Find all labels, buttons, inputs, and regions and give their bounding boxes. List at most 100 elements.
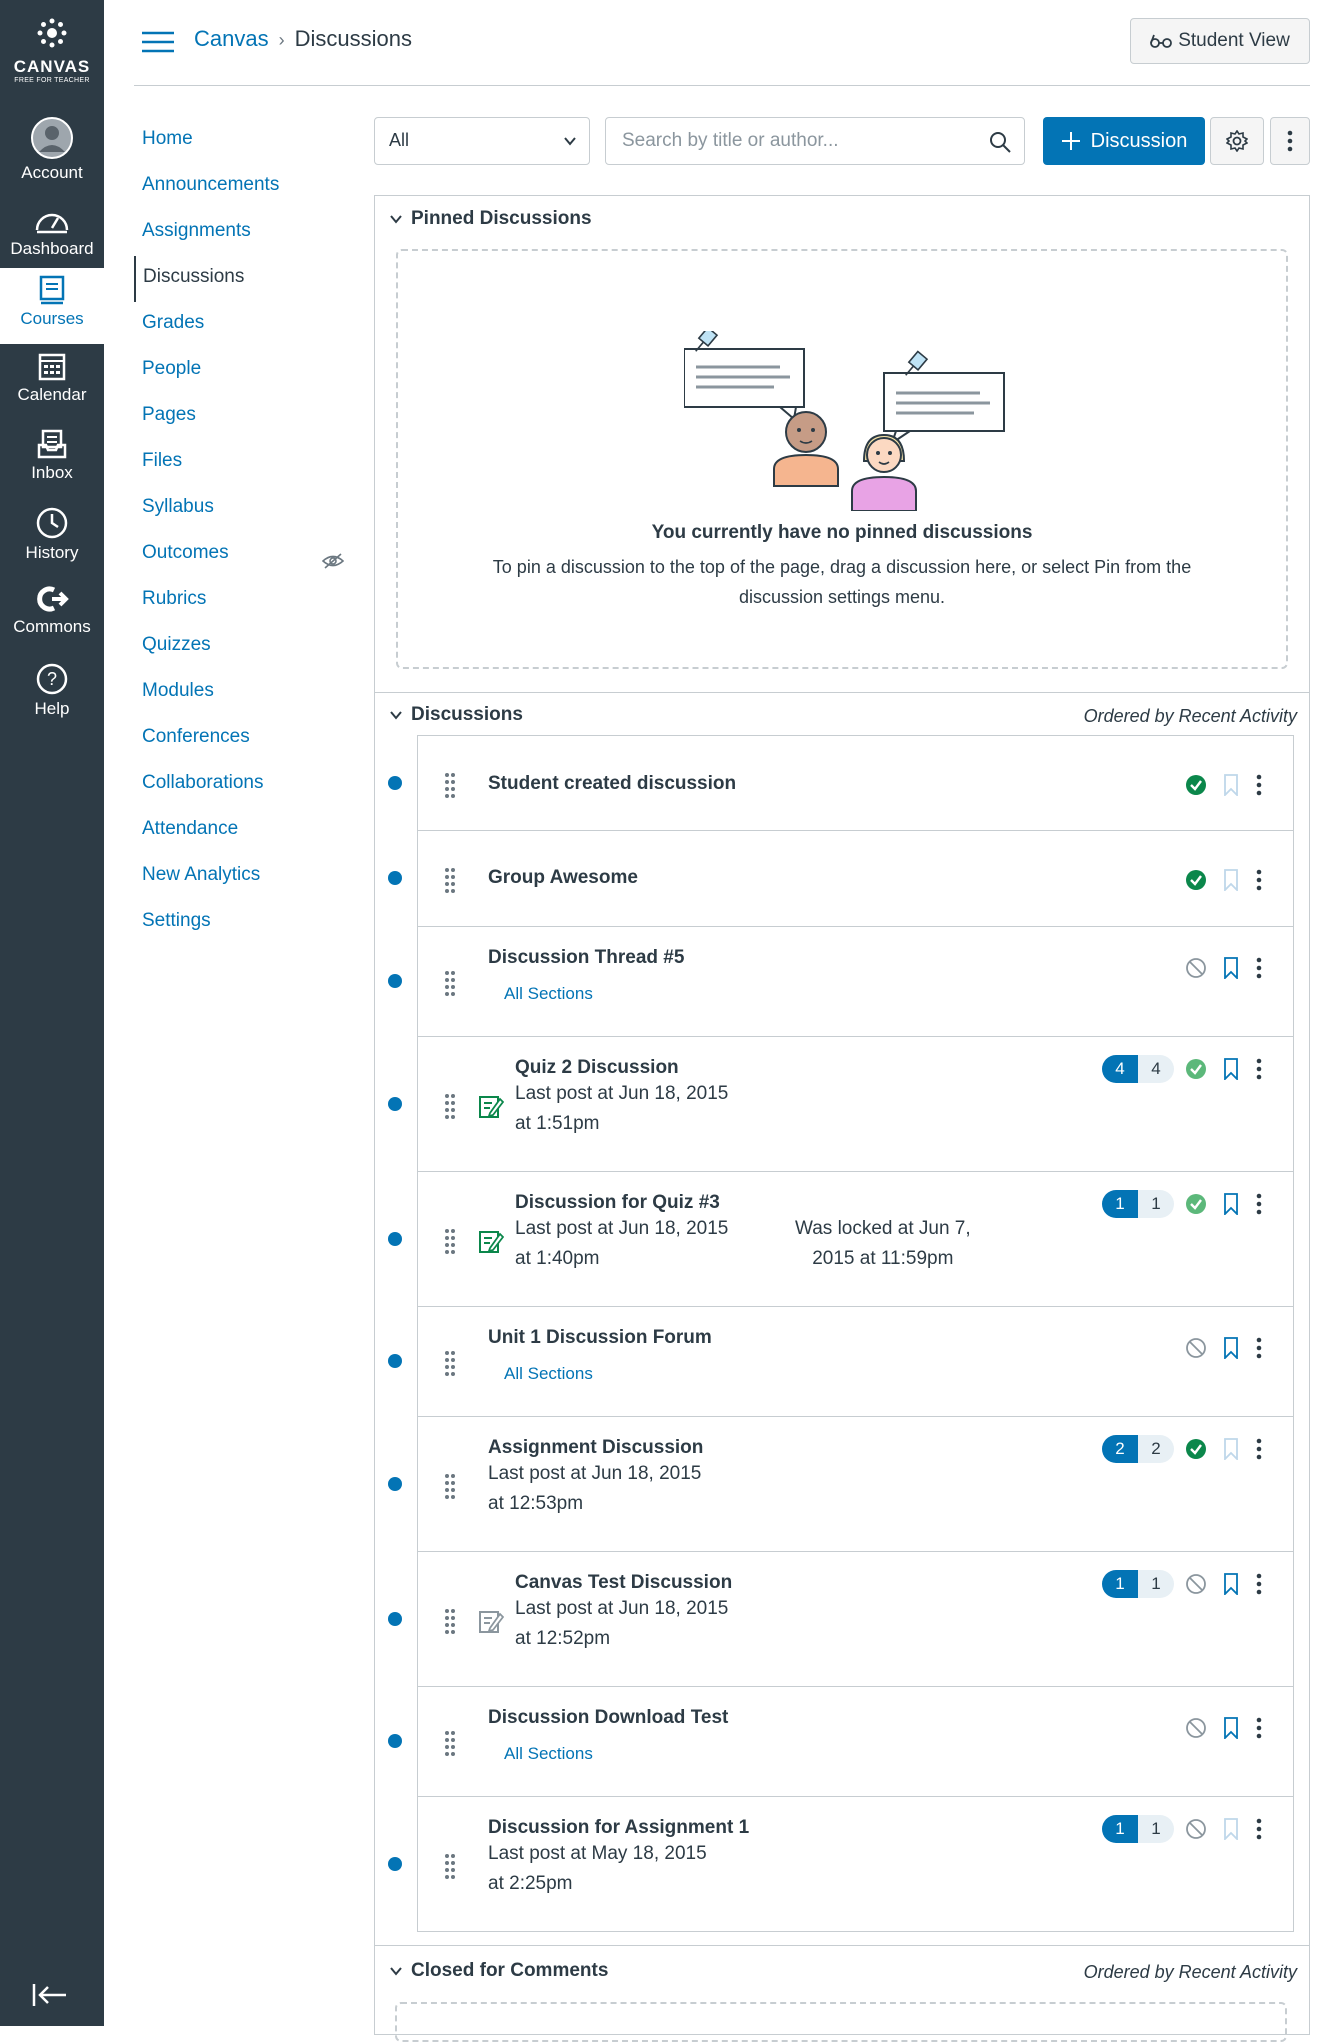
discussion-title[interactable]: Discussion Download Test [488, 1707, 728, 1729]
discussion-title[interactable]: Assignment Discussion [488, 1437, 703, 1459]
subscribe-bookmark-icon[interactable] [1223, 869, 1239, 891]
discussion-title[interactable]: Canvas Test Discussion [515, 1572, 732, 1594]
drag-handle-icon[interactable] [444, 970, 456, 996]
course-nav-grades[interactable]: Grades [134, 302, 344, 348]
pinned-toggle[interactable]: Pinned Discussions [389, 208, 592, 230]
closed-toggle[interactable]: Closed for Comments [389, 1960, 608, 1982]
course-nav-settings[interactable]: Settings [134, 900, 344, 946]
unpublished-icon[interactable] [1185, 957, 1207, 979]
drag-handle-icon[interactable] [444, 1608, 456, 1634]
drag-handle-icon[interactable] [444, 1350, 456, 1376]
nav-help[interactable]: ? Help [0, 656, 104, 732]
nav-account[interactable]: Account [0, 110, 104, 190]
kebab-icon[interactable] [1256, 1438, 1262, 1460]
subscribe-bookmark-icon[interactable] [1223, 1438, 1239, 1460]
course-nav-rubrics[interactable]: Rubrics [134, 578, 344, 624]
drag-handle-icon[interactable] [444, 1853, 456, 1879]
kebab-icon[interactable] [1256, 1818, 1262, 1840]
subscribe-bookmark-icon[interactable] [1223, 1573, 1239, 1595]
kebab-icon[interactable] [1256, 1573, 1262, 1595]
course-nav-people[interactable]: People [134, 348, 344, 394]
discussion-title[interactable]: Quiz 2 Discussion [515, 1057, 679, 1079]
subscribe-bookmark-icon[interactable] [1223, 1337, 1239, 1359]
course-nav-announcements[interactable]: Announcements [134, 164, 344, 210]
section-link[interactable]: All Sections [504, 984, 593, 1004]
search-input[interactable]: Search by title or author... [605, 117, 1025, 165]
course-nav-new-analytics[interactable]: New Analytics [134, 854, 344, 900]
course-nav-conferences[interactable]: Conferences [134, 716, 344, 762]
discussion-row[interactable]: Unit 1 Discussion Forum All Sections [388, 1307, 1294, 1417]
subscribe-bookmark-icon[interactable] [1223, 1717, 1239, 1739]
subscribe-bookmark-icon[interactable] [1223, 957, 1239, 979]
drag-handle-icon[interactable] [444, 1228, 456, 1254]
discussion-title[interactable]: Discussion Thread #5 [488, 947, 684, 969]
discussion-row[interactable]: Discussion Download Test All Sections [388, 1687, 1294, 1797]
course-nav-modules[interactable]: Modules [134, 670, 344, 716]
published-icon[interactable] [1185, 1058, 1207, 1080]
unpublished-icon[interactable] [1185, 1573, 1207, 1595]
filter-select[interactable]: All [374, 117, 590, 165]
kebab-icon[interactable] [1256, 1337, 1262, 1359]
nav-dashboard[interactable]: Dashboard [0, 200, 104, 276]
kebab-icon[interactable] [1256, 869, 1262, 891]
course-nav-outcomes[interactable]: Outcomes [134, 532, 345, 578]
subscribe-bookmark-icon[interactable] [1223, 1058, 1239, 1080]
discussion-title[interactable]: Discussion for Assignment 1 [488, 1817, 749, 1839]
add-discussion-button[interactable]: Discussion [1043, 117, 1205, 165]
course-nav-discussions[interactable]: Discussions [134, 256, 344, 302]
course-nav-home[interactable]: Home [134, 118, 344, 164]
discussions-toggle[interactable]: Discussions [389, 704, 523, 726]
unpublished-icon[interactable] [1185, 1818, 1207, 1840]
published-icon[interactable] [1185, 774, 1207, 796]
canvas-logo[interactable]: CANVAS FREE FOR TEACHER [0, 18, 104, 84]
published-icon[interactable] [1185, 1438, 1207, 1460]
discussion-title[interactable]: Discussion for Quiz #3 [515, 1192, 720, 1214]
drag-handle-icon[interactable] [444, 772, 456, 798]
discussion-row[interactable]: Quiz 2 Discussion Last post at Jun 18, 2… [388, 1037, 1294, 1172]
course-nav-pages[interactable]: Pages [134, 394, 344, 440]
more-options-button[interactable] [1270, 117, 1310, 165]
kebab-icon[interactable] [1256, 1193, 1262, 1215]
course-nav-quizzes[interactable]: Quizzes [134, 624, 344, 670]
drag-handle-icon[interactable] [444, 1473, 456, 1499]
drag-handle-icon[interactable] [444, 1093, 456, 1119]
course-nav-attendance[interactable]: Attendance [134, 808, 344, 854]
published-icon[interactable] [1185, 869, 1207, 891]
course-nav-collaborations[interactable]: Collaborations [134, 762, 344, 808]
discussion-row[interactable]: Assignment Discussion Last post at Jun 1… [388, 1417, 1294, 1552]
section-link[interactable]: All Sections [504, 1364, 593, 1384]
kebab-icon[interactable] [1256, 957, 1262, 979]
kebab-icon[interactable] [1256, 774, 1262, 796]
settings-button[interactable] [1210, 117, 1264, 165]
discussion-title[interactable]: Student created discussion [488, 773, 736, 795]
discussion-title[interactable]: Unit 1 Discussion Forum [488, 1327, 712, 1349]
drag-handle-icon[interactable] [444, 1730, 456, 1756]
nav-history[interactable]: History [0, 500, 104, 576]
discussion-row[interactable]: Discussion Thread #5 All Sections [388, 927, 1294, 1037]
nav-inbox[interactable]: Inbox [0, 422, 104, 498]
published-icon[interactable] [1185, 1193, 1207, 1215]
subscribe-bookmark-icon[interactable] [1223, 1193, 1239, 1215]
course-nav-syllabus[interactable]: Syllabus [134, 486, 344, 532]
unpublished-icon[interactable] [1185, 1717, 1207, 1739]
subscribe-bookmark-icon[interactable] [1223, 774, 1239, 796]
discussion-row[interactable]: Canvas Test Discussion Last post at Jun … [388, 1552, 1294, 1687]
discussion-row[interactable]: Discussion for Quiz #3 Last post at Jun … [388, 1172, 1294, 1307]
unpublished-icon[interactable] [1185, 1337, 1207, 1359]
kebab-icon[interactable] [1256, 1717, 1262, 1739]
discussion-title[interactable]: Group Awesome [488, 867, 638, 889]
drag-handle-icon[interactable] [444, 867, 456, 893]
course-menu-toggle[interactable] [142, 30, 174, 59]
discussion-row[interactable]: Discussion for Assignment 1 Last post at… [388, 1797, 1294, 1932]
collapse-nav-button[interactable] [30, 1980, 70, 2015]
nav-calendar[interactable]: Calendar [0, 344, 104, 420]
nav-courses[interactable]: Courses [0, 268, 104, 344]
subscribe-bookmark-icon[interactable] [1223, 1818, 1239, 1840]
breadcrumb-root-link[interactable]: Canvas [194, 26, 269, 51]
discussion-row[interactable]: Student created discussion [388, 735, 1294, 831]
course-nav-files[interactable]: Files [134, 440, 344, 486]
kebab-icon[interactable] [1256, 1058, 1262, 1080]
student-view-button[interactable]: Student View [1130, 18, 1310, 64]
discussion-row[interactable]: Group Awesome [388, 831, 1294, 927]
nav-commons[interactable]: Commons [0, 578, 104, 654]
